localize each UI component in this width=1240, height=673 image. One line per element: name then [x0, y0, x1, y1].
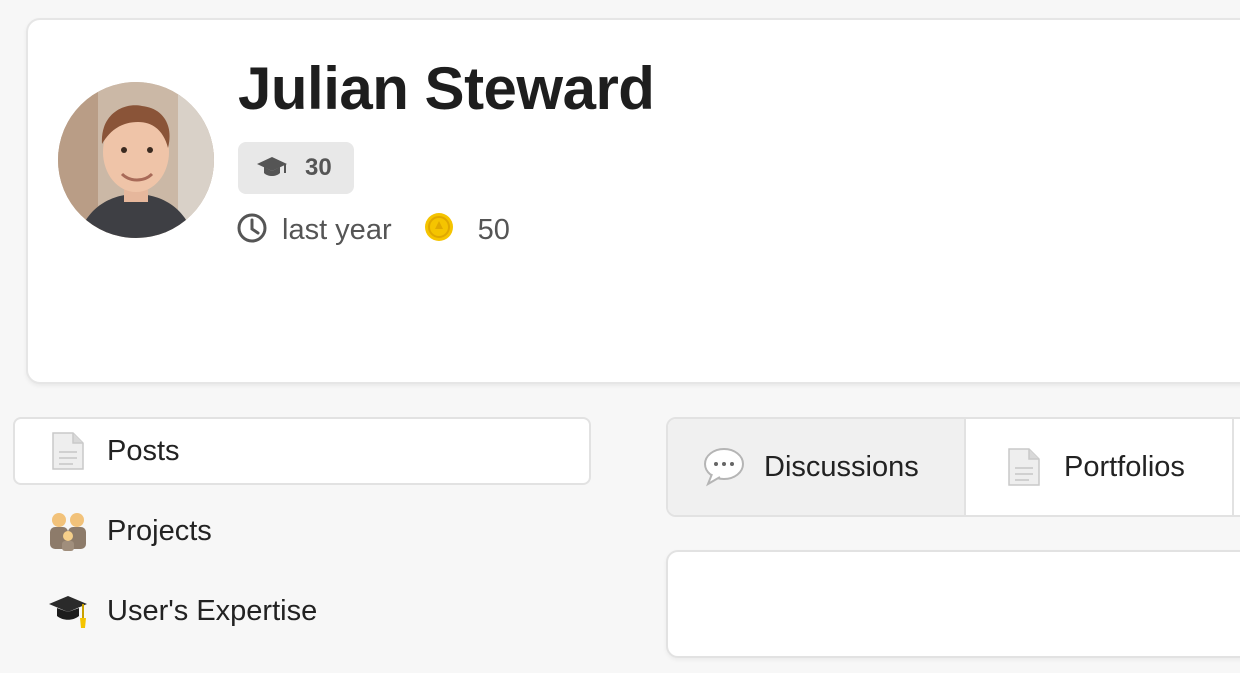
coin-icon	[424, 212, 454, 250]
meta-row: last year 50	[236, 210, 510, 250]
speech-bubble-icon	[702, 445, 746, 489]
people-icon	[47, 510, 89, 552]
nav-item-projects[interactable]: Projects	[13, 497, 591, 565]
avatar[interactable]	[58, 82, 214, 238]
graduation-cap-icon	[256, 155, 288, 184]
last-seen-text: last year	[282, 213, 392, 246]
content-panel	[666, 550, 1240, 658]
document-icon	[47, 430, 89, 472]
graduation-cap-icon	[47, 590, 89, 632]
tab-discussions[interactable]: Discussions	[668, 419, 966, 515]
profile-card: Julian Steward 30 last year 50	[26, 18, 1240, 384]
level-badge: 30	[238, 142, 354, 194]
clock-icon	[236, 212, 268, 252]
nav-item-users-expertise[interactable]: User's Expertise	[13, 577, 591, 645]
nav-item-label: User's Expertise	[107, 594, 318, 627]
tab-label: Discussions	[764, 450, 919, 483]
side-nav: Posts Projects User's Expertise	[13, 417, 591, 645]
tab-portfolios[interactable]: Portfolios	[966, 419, 1234, 515]
coins-value: 50	[477, 213, 510, 246]
tab-label: Portfolios	[1064, 450, 1185, 483]
level-value: 30	[305, 154, 332, 181]
document-icon	[1002, 445, 1046, 489]
nav-item-posts[interactable]: Posts	[13, 417, 591, 485]
user-name: Julian Steward	[238, 55, 655, 122]
nav-item-label: Projects	[107, 514, 212, 547]
nav-item-label: Posts	[107, 434, 180, 467]
tab-bar: Discussions Portfolios	[666, 417, 1240, 517]
